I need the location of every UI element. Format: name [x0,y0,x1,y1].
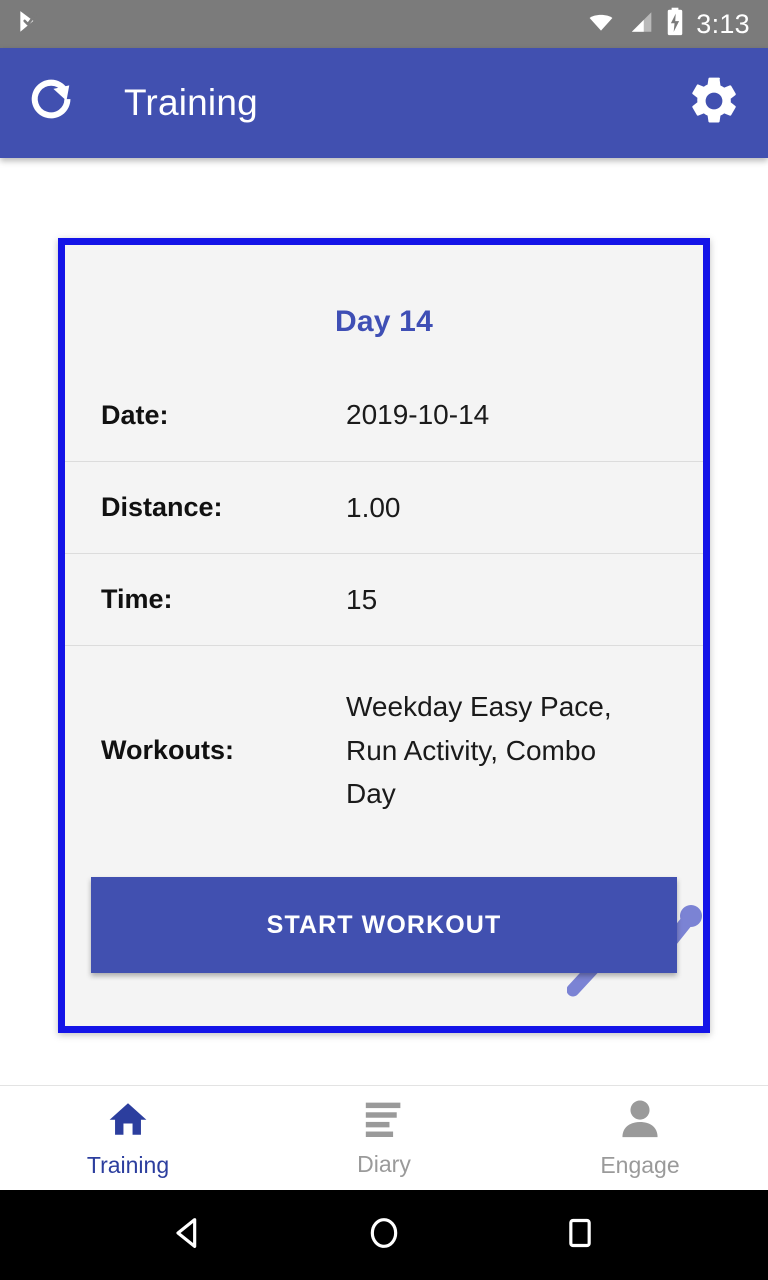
status-bar-notifications [16,9,42,40]
status-bar: 3:13 [0,0,768,48]
nav-item-engage[interactable]: Engage [512,1098,768,1179]
back-triangle-icon[interactable] [168,1213,208,1258]
recents-square-icon[interactable] [560,1213,600,1258]
training-day-card[interactable]: Day 14 Date: 2019-10-14 Distance: 1.00 T… [58,238,710,1033]
battery-charging-icon [665,7,685,41]
cellular-signal-icon [627,9,654,40]
home-icon [104,1098,152,1145]
row-label-distance: Distance: [101,492,223,522]
bottom-navigation: Training Diary Engage [0,1085,768,1190]
person-icon [617,1098,663,1145]
page-title: Training [124,82,258,123]
wifi-icon [586,9,616,40]
status-bar-clock: 3:13 [696,8,750,39]
status-bar-indicators: 3:13 [586,7,750,41]
row-value-date: 2019-10-14 [346,399,490,431]
row-value-distance: 1.00 [346,491,401,523]
settings-button[interactable] [686,73,742,134]
gear-icon [686,73,742,134]
list-lines-icon [362,1099,406,1144]
day-heading: Day 14 [335,305,433,338]
refresh-icon [24,73,80,134]
row-value-time: 15 [346,583,378,615]
table-row: Time: 15 [65,553,703,645]
row-label-time: Time: [101,584,173,614]
row-value-workouts: Weekday Easy Pace, Run Activity, Combo D… [346,691,612,810]
nav-item-training[interactable]: Training [0,1098,256,1179]
table-row: Distance: 1.00 [65,461,703,553]
table-row: Workouts: Weekday Easy Pace, Run Activit… [65,645,703,855]
home-circle-icon[interactable] [364,1213,404,1258]
app-bar: Training [0,48,768,158]
table-row: Date: 2019-10-14 [65,369,703,461]
nav-label-diary: Diary [357,1150,411,1177]
row-label-date: Date: [101,399,169,430]
row-label-workouts: Workouts: [101,735,234,765]
refresh-button[interactable] [24,73,80,134]
main-content: Day 14 Date: 2019-10-14 Distance: 1.00 T… [0,158,768,1085]
start-workout-button[interactable]: START WORKOUT [91,877,677,973]
nav-label-training: Training [86,1151,170,1178]
nav-item-diary[interactable]: Diary [256,1099,512,1178]
android-navigation-bar [0,1190,768,1280]
play-store-check-icon [16,9,42,40]
nav-label-engage: Engage [600,1151,680,1178]
app-root: 3:13 Training Day 14 Date: 2019-10-14 Di… [0,0,768,1280]
card-inner: Day 14 Date: 2019-10-14 Distance: 1.00 T… [65,245,703,973]
